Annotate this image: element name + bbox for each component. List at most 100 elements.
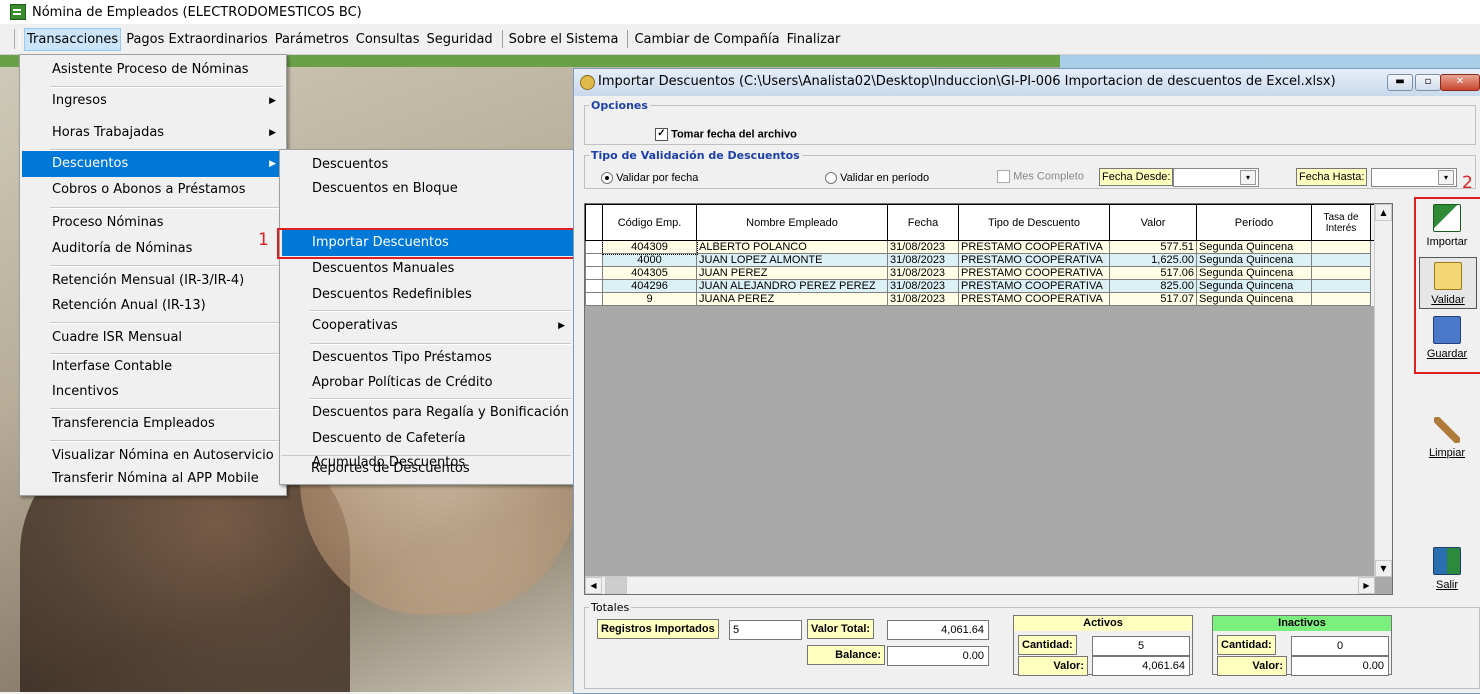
grid-vertical-scrollbar[interactable]: ▲ ▼ — [1374, 204, 1392, 577]
menu-consultas[interactable]: Consultas — [354, 29, 422, 50]
cell-fecha[interactable]: 31/08/2023 — [887, 240, 959, 254]
menu-item-asistente[interactable]: Asistente Proceso de Nóminas — [22, 57, 284, 83]
menu-item-cuadre-isr[interactable]: Cuadre ISR Mensual — [22, 325, 284, 351]
submenu-item-descuentos-regalia[interactable]: Descuentos para Regalía y Bonificación — [282, 400, 573, 426]
cell-periodo[interactable]: Segunda Quincena — [1196, 279, 1312, 293]
scroll-right-icon[interactable]: ▶ — [1358, 577, 1375, 594]
cell-fecha[interactable]: 31/08/2023 — [887, 279, 959, 293]
activos-cantidad-field[interactable]: 5 — [1092, 636, 1190, 656]
maximize-button[interactable]: ▫ — [1415, 74, 1441, 91]
cell-fecha[interactable]: 31/08/2023 — [887, 292, 959, 306]
cell-tipo[interactable]: PRESTAMO COOPERATIVA — [958, 240, 1110, 254]
cell-periodo[interactable]: Segunda Quincena — [1196, 240, 1312, 254]
importar-button[interactable]: Importar — [1417, 200, 1477, 252]
inactivos-cantidad-field[interactable]: 0 — [1291, 636, 1389, 656]
minimize-button[interactable]: ▬ — [1387, 74, 1413, 91]
cell-tasa[interactable] — [1311, 266, 1371, 280]
menu-cambiar-compania[interactable]: Cambiar de Compañía — [632, 29, 781, 50]
submenu-item-descuentos-redefinibles[interactable]: Descuentos Redefinibles — [282, 282, 573, 308]
submenu-item-descuentos-bloque[interactable]: Descuentos en Bloque — [282, 176, 573, 202]
cell-nombre[interactable]: ALBERTO POLANCO — [696, 240, 888, 254]
scroll-down-icon[interactable]: ▼ — [1375, 560, 1392, 577]
registros-importados-field[interactable]: 5 — [729, 620, 802, 640]
col-fecha[interactable]: Fecha — [887, 204, 959, 241]
menu-item-retencion-mensual[interactable]: Retención Mensual (IR-3/IR-4) — [22, 268, 284, 294]
cell-tasa[interactable] — [1311, 292, 1371, 306]
cell-periodo[interactable]: Segunda Quincena — [1196, 266, 1312, 280]
submenu-item-cooperativas[interactable]: Cooperativas ▶ — [282, 313, 573, 339]
salir-button[interactable]: Salir — [1417, 543, 1477, 595]
cell-valor[interactable]: 517.07 — [1109, 292, 1197, 306]
cell-valor[interactable]: 577.51 — [1109, 240, 1197, 254]
submenu-item-reportes-descuentos[interactable]: Reportes de Descuentos — [281, 455, 571, 481]
grid-horizontal-scrollbar[interactable]: ◀ ▶ — [585, 576, 1375, 594]
cell-periodo[interactable]: Segunda Quincena — [1196, 292, 1312, 306]
cell-fecha[interactable]: 31/08/2023 — [887, 266, 959, 280]
menu-item-horas-trabajadas[interactable]: Horas Trabajadas ▶ — [22, 120, 284, 146]
menu-item-incentivos[interactable]: Incentivos — [22, 379, 284, 405]
validar-periodo-row[interactable]: Validar en período — [825, 172, 929, 185]
cell-codigo[interactable]: 9 — [602, 292, 697, 306]
validar-fecha-row[interactable]: Validar por fecha — [601, 172, 698, 185]
menu-transacciones[interactable]: Transacciones — [24, 27, 122, 51]
cell-tipo[interactable]: PRESTAMO COOPERATIVA — [958, 292, 1110, 306]
tomar-fecha-checkbox[interactable]: ✓ — [655, 128, 668, 141]
validar-fecha-radio[interactable] — [601, 172, 613, 185]
validar-button[interactable]: Validar — [1419, 257, 1477, 309]
menu-item-descuentos[interactable]: Descuentos ▶ — [22, 151, 284, 177]
cell-tasa[interactable] — [1311, 240, 1371, 254]
dropdown-arrow-icon[interactable]: ▾ — [1240, 170, 1256, 185]
col-nombre-empleado[interactable]: Nombre Empleado — [696, 204, 888, 241]
cell-tipo[interactable]: PRESTAMO COOPERATIVA — [958, 266, 1110, 280]
activos-valor-field[interactable]: 4,061.64 — [1092, 656, 1190, 676]
scroll-thumb[interactable] — [605, 577, 627, 594]
row-indicator[interactable] — [585, 292, 603, 306]
cell-codigo[interactable]: 404305 — [602, 266, 697, 280]
scroll-left-icon[interactable]: ◀ — [585, 577, 602, 594]
cell-tipo[interactable]: PRESTAMO COOPERATIVA — [958, 253, 1110, 267]
table-row[interactable]: 404305 JUAN PEREZ 31/08/2023 PRESTAMO CO… — [585, 266, 1388, 280]
menu-item-retencion-anual[interactable]: Retención Anual (IR-13) — [22, 293, 284, 319]
menu-sobre-el-sistema[interactable]: Sobre el Sistema — [507, 29, 621, 50]
col-codigo-emp[interactable]: Código Emp. — [602, 204, 697, 241]
menu-item-transferencia-empleados[interactable]: Transferencia Empleados — [22, 411, 284, 437]
cell-nombre[interactable]: JUAN PEREZ — [696, 266, 888, 280]
table-row[interactable]: 404296 JUAN ALEJANDRO PEREZ PEREZ 31/08/… — [585, 279, 1388, 293]
validar-periodo-radio[interactable] — [825, 172, 837, 185]
submenu-item-descuentos-manuales[interactable]: Descuentos Manuales — [282, 256, 573, 282]
menu-seguridad[interactable]: Seguridad — [425, 29, 495, 50]
valor-total-field[interactable]: 4,061.64 — [887, 620, 989, 640]
inactivos-valor-field[interactable]: 0.00 — [1291, 656, 1389, 676]
table-row[interactable]: 404309 ALBERTO POLANCO 31/08/2023 PRESTA… — [585, 239, 1388, 255]
submenu-item-aprobar-politicas[interactable]: Aprobar Políticas de Crédito — [282, 370, 573, 396]
limpiar-button[interactable]: Limpiar — [1417, 413, 1477, 465]
row-indicator[interactable] — [585, 240, 603, 254]
table-row[interactable]: 4000 JUAN LOPEZ ALMONTE 31/08/2023 PREST… — [585, 253, 1388, 267]
row-indicator[interactable] — [585, 279, 603, 293]
cell-valor[interactable]: 517.06 — [1109, 266, 1197, 280]
menu-item-interfase-contable[interactable]: Interfase Contable — [22, 354, 284, 380]
fecha-hasta-field[interactable]: ▾ — [1371, 168, 1457, 187]
mes-completo-checkbox[interactable] — [997, 170, 1010, 183]
menu-item-proceso-nominas[interactable]: Proceso Nóminas — [22, 210, 284, 236]
menu-item-auditoria[interactable]: Auditoría de Nóminas — [22, 236, 284, 262]
cell-tasa[interactable] — [1311, 279, 1371, 293]
col-tasa-interes[interactable]: Tasa de Interés — [1311, 204, 1371, 241]
cell-codigo[interactable]: 404296 — [602, 279, 697, 293]
menu-item-cobros-abonos[interactable]: Cobros o Abonos a Préstamos — [22, 177, 284, 203]
submenu-item-descuentos-tipo-prestamos[interactable]: Descuentos Tipo Préstamos — [282, 345, 573, 371]
balance-field[interactable]: 0.00 — [887, 646, 989, 666]
close-button[interactable]: ✕ — [1440, 74, 1480, 91]
table-row[interactable]: 9 JUANA PEREZ 31/08/2023 PRESTAMO COOPER… — [585, 292, 1388, 306]
dropdown-arrow-icon[interactable]: ▾ — [1438, 170, 1454, 185]
cell-fecha[interactable]: 31/08/2023 — [887, 253, 959, 267]
submenu-item-descuentos[interactable]: Descuentos — [282, 152, 573, 178]
col-tipo-descuento[interactable]: Tipo de Descuento — [958, 204, 1110, 241]
cell-codigo[interactable]: 404309 — [601, 239, 698, 255]
row-indicator[interactable] — [585, 253, 603, 267]
menu-pagos-extraordinarios[interactable]: Pagos Extraordinarios — [124, 29, 269, 50]
col-periodo[interactable]: Período — [1196, 204, 1312, 241]
cell-nombre[interactable]: JUANA PEREZ — [696, 292, 888, 306]
descuentos-grid[interactable]: Código Emp. Nombre Empleado Fecha Tipo d… — [584, 203, 1393, 595]
menu-finalizar[interactable]: Finalizar — [785, 29, 843, 50]
